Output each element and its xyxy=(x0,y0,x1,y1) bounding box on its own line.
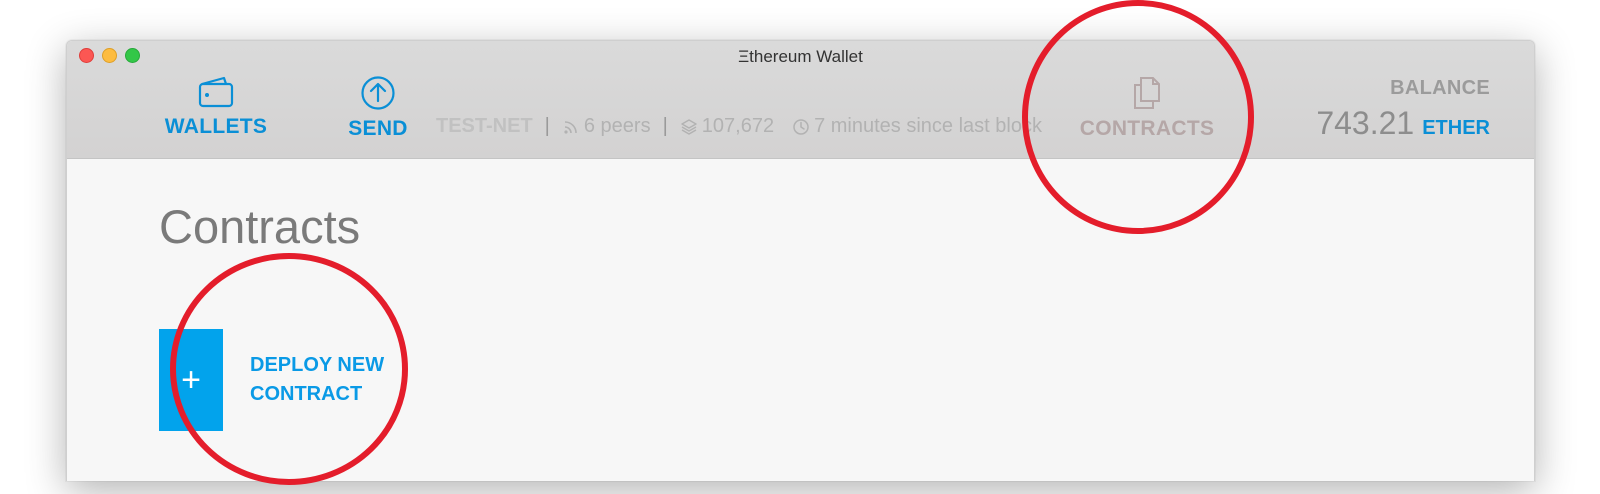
page-title: Contracts xyxy=(159,200,361,253)
last-block-time: 7 minutes since last block xyxy=(814,115,1042,137)
balance-unit[interactable]: ETHER xyxy=(1422,117,1490,140)
nav-wallets-label: WALLETS xyxy=(164,115,268,138)
nav-send-label: SEND xyxy=(348,117,408,140)
status-divider: | xyxy=(544,115,550,137)
nav-wallets[interactable]: WALLETS xyxy=(155,75,277,139)
arrow-up-circle-icon xyxy=(329,75,427,111)
block-number: 107,672 xyxy=(701,115,775,137)
app-window: Ξthereum Wallet WALLETS SEND TEST-NET | … xyxy=(66,40,1535,481)
nav-send[interactable]: SEND xyxy=(329,75,427,141)
signal-icon xyxy=(562,118,580,136)
window-title: Ξthereum Wallet xyxy=(738,47,863,66)
status-divider: | xyxy=(662,115,668,137)
balance-display: 743.21 ETHER xyxy=(1316,105,1490,142)
documents-icon xyxy=(1077,75,1217,111)
nav-contracts[interactable]: CONTRACTS xyxy=(1077,75,1217,141)
deploy-label-line2: CONTRACT xyxy=(250,383,363,405)
network-name: TEST-NET xyxy=(436,115,533,137)
nav-contracts-label: CONTRACTS xyxy=(1079,117,1215,140)
deploy-contract-label[interactable]: DEPLOY NEW CONTRACT xyxy=(250,351,400,409)
deploy-contract-button[interactable]: + DEPLOY NEW CONTRACT xyxy=(159,329,400,431)
wallet-icon xyxy=(155,75,277,109)
balance-value: 743.21 xyxy=(1316,105,1415,141)
peer-count: 6 peers xyxy=(583,115,651,137)
clock-icon xyxy=(792,118,810,136)
top-navigation: Ξthereum Wallet WALLETS SEND TEST-NET | … xyxy=(67,41,1534,159)
layers-icon xyxy=(680,118,698,136)
deploy-label-line1: DEPLOY NEW xyxy=(250,354,385,376)
balance-label: BALANCE xyxy=(1390,77,1490,99)
network-status: TEST-NET | 6 peers | 107,672 7 minutes s… xyxy=(436,115,1042,138)
plus-icon[interactable]: + xyxy=(159,329,223,431)
